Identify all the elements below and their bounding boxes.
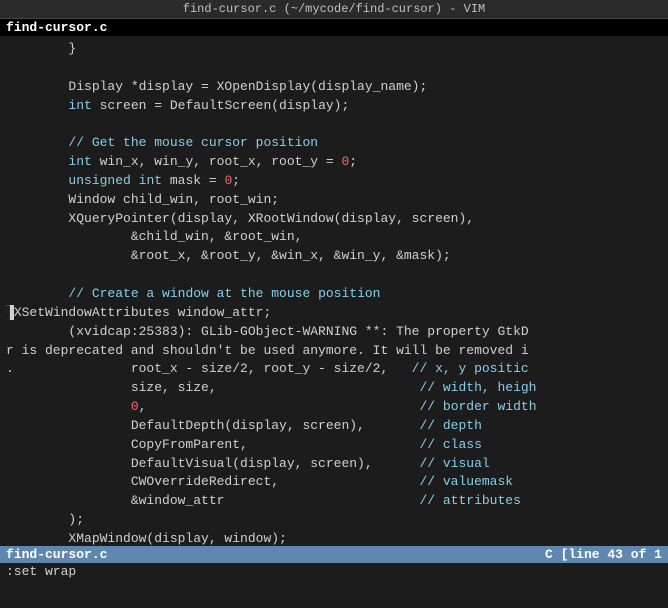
cmd-text: :set wrap [6,564,76,579]
code-line: size, size, // width, heigh [6,379,662,398]
code-line: ); [6,511,662,530]
filename-label: find-cursor.c [6,20,107,35]
code-line: XQueryPointer(display, XRootWindow(displ… [6,210,662,229]
code-line: } [6,40,662,59]
status-position: C [line 43 of 1 [545,547,662,562]
code-line: Window child_win, root_win; [6,191,662,210]
code-line: (xvidcap:25383): GLib-GObject-WARNING **… [6,323,662,342]
code-line [6,266,662,285]
code-line: int win_x, win_y, root_x, root_y = 0; [6,153,662,172]
code-line [6,59,662,78]
code-line: // Create a window at the mouse position [6,285,662,304]
filename-bar: find-cursor.c [0,19,668,36]
code-line: unsigned int mask = 0; [6,172,662,191]
code-line: &window_attr // attributes [6,492,662,511]
code-area: } Display *display = XOpenDisplay(displa… [0,36,668,546]
code-line: CopyFromParent, // class [6,436,662,455]
code-line: // Get the mouse cursor position [6,134,662,153]
code-line: &root_x, &root_y, &win_x, &win_y, &mask)… [6,247,662,266]
code-line: int screen = DefaultScreen(display); [6,97,662,116]
title-text: find-cursor.c (~/mycode/find-cursor) - V… [183,2,485,16]
code-line: 0, // border width [6,398,662,417]
title-bar: find-cursor.c (~/mycode/find-cursor) - V… [0,0,668,19]
code-line: DefaultDepth(display, screen), // depth [6,417,662,436]
code-line: r is deprecated and shouldn't be used an… [6,342,662,361]
code-line [6,115,662,134]
cmd-bar: :set wrap [0,563,668,580]
status-filename: find-cursor.c [6,547,107,562]
code-line: ▌XSetWindowAttributes window_attr; [6,304,662,323]
code-line: CWOverrideRedirect, // valuemask [6,473,662,492]
code-line: &child_win, &root_win, [6,228,662,247]
code-line: DefaultVisual(display, screen), // visua… [6,455,662,474]
code-line: XMapWindow(display, window); [6,530,662,546]
code-line: Display *display = XOpenDisplay(display_… [6,78,662,97]
status-bar: find-cursor.c C [line 43 of 1 [0,546,668,563]
code-line: . root_x - size/2, root_y - size/2, // x… [6,360,662,379]
